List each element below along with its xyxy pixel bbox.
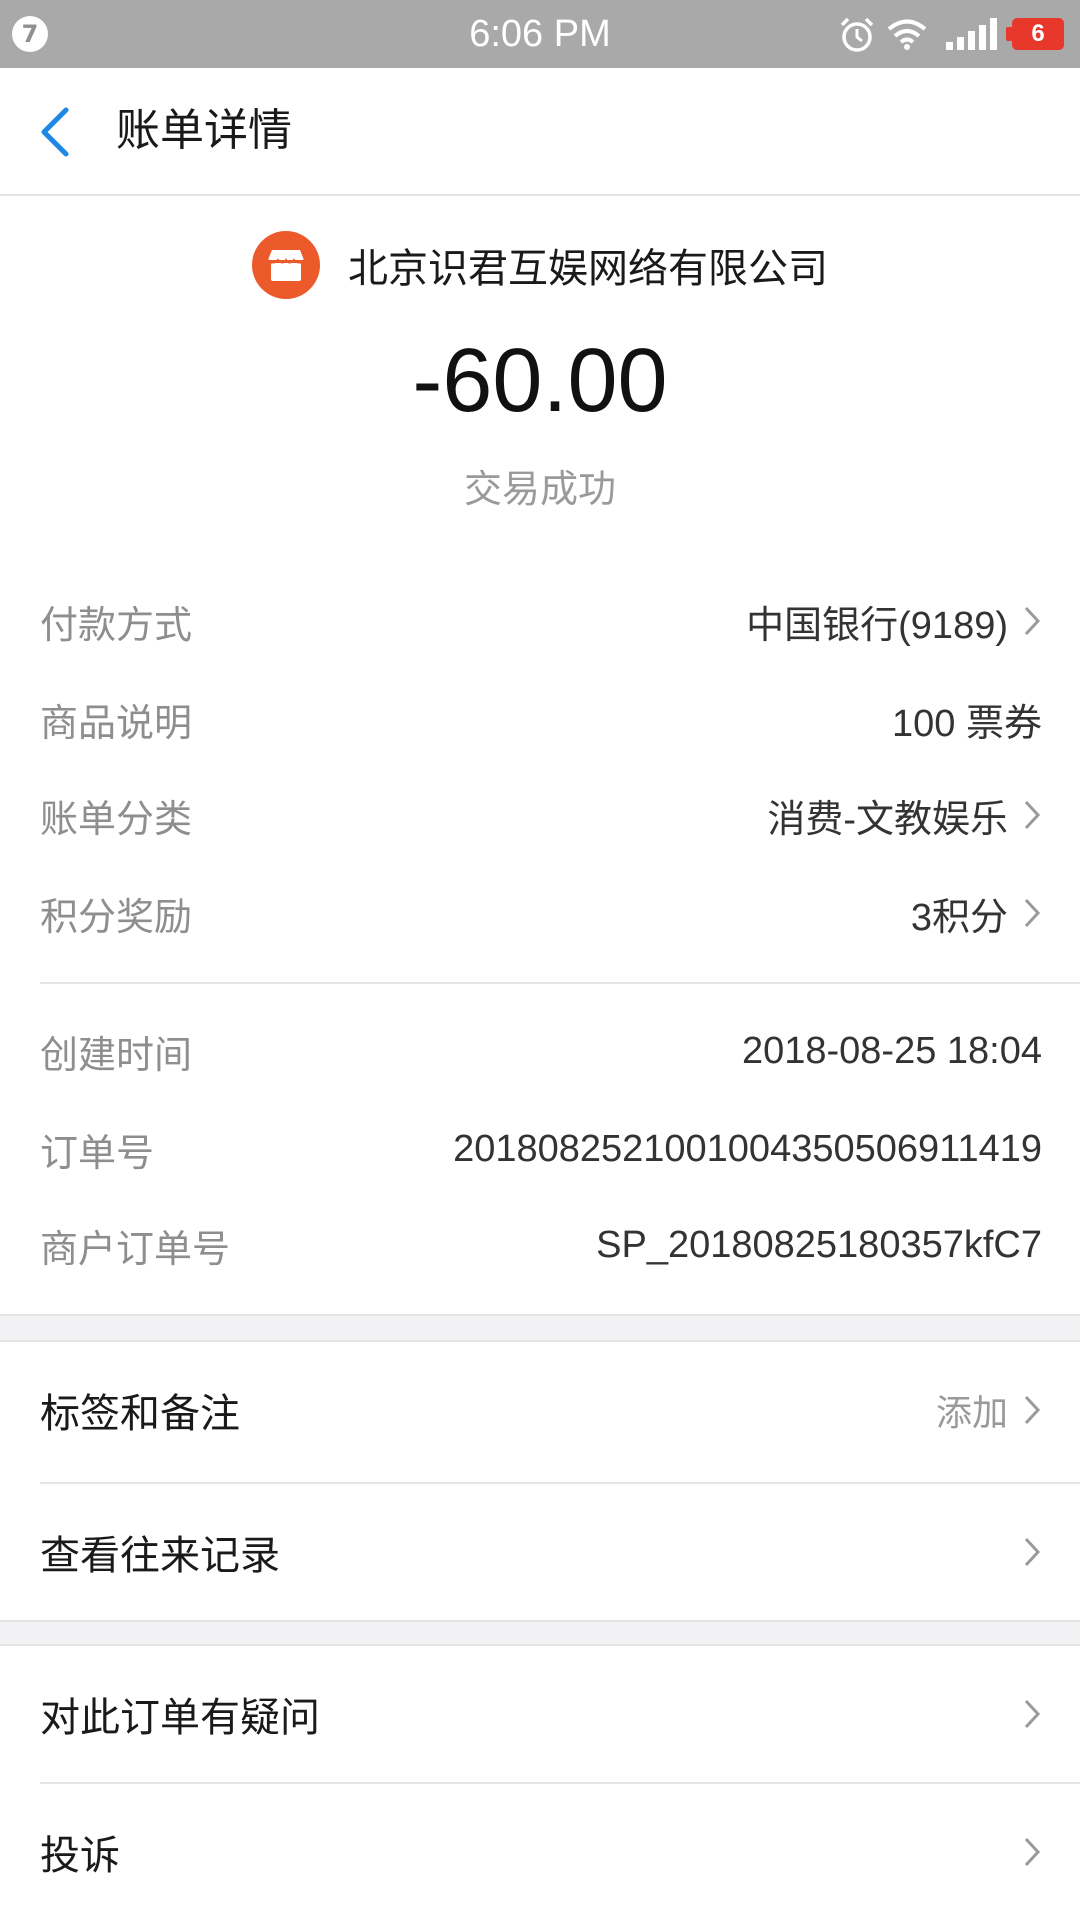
chevron-right-icon	[1024, 1537, 1041, 1567]
alarm-icon	[840, 17, 874, 52]
detail-row-merchant-order-number: 商户订单号 SP_20180825180357kfC7	[40, 1210, 1042, 1280]
tags-and-notes-row[interactable]: 标签和备注 添加	[0, 1342, 1080, 1478]
divider	[40, 982, 1080, 984]
detail-value: 3积分	[910, 896, 1008, 939]
chevron-right-icon	[1024, 1699, 1041, 1729]
store-icon	[252, 231, 320, 299]
detail-row-order-number: 订单号 2018082521001004350506911419	[40, 1114, 1042, 1184]
detail-label: 账单分类	[40, 796, 193, 841]
detail-value: 100 票券	[892, 702, 1042, 745]
wifi-icon	[887, 19, 927, 50]
action-label: 对此订单有疑问	[40, 1695, 320, 1741]
nav-bar: 账单详情	[0, 68, 1080, 196]
detail-label: 商户订单号	[40, 1226, 231, 1271]
detail-value: 2018082521001004350506911419	[453, 1127, 1042, 1170]
battery-icon: 6	[1006, 18, 1064, 50]
action-label: 标签和备注	[40, 1391, 240, 1437]
order-question-row[interactable]: 对此订单有疑问	[0, 1646, 1080, 1782]
view-history-row[interactable]: 查看往来记录	[0, 1484, 1080, 1620]
detail-row-category[interactable]: 账单分类 消费-文教娱乐	[40, 780, 1042, 850]
detail-row-created-time: 创建时间 2018-08-25 18:04	[40, 1016, 1042, 1086]
detail-row-product-desc: 商品说明 100 票券	[40, 684, 1042, 754]
detail-label: 创建时间	[40, 1032, 193, 1077]
chevron-right-icon	[1024, 1395, 1041, 1425]
add-link[interactable]: 添加	[936, 1384, 1008, 1436]
section-gap	[0, 1316, 1080, 1340]
chevron-right-icon	[1024, 1837, 1041, 1867]
action-label: 查看往来记录	[40, 1533, 280, 1579]
chevron-right-icon	[1024, 800, 1041, 830]
chevron-right-icon	[1024, 898, 1041, 928]
detail-value: 2018-08-25 18:04	[741, 1029, 1042, 1072]
transaction-status: 交易成功	[463, 467, 616, 511]
detail-label: 积分奖励	[40, 894, 193, 939]
merchant-header: 北京识君互娱网络有限公司	[0, 230, 1080, 300]
chevron-right-icon	[1024, 606, 1041, 636]
page-title: 账单详情	[116, 105, 292, 156]
status-bar: 7 6:06 PM 6	[0, 0, 1080, 68]
merchant-name: 北京识君互娱网络有限公司	[348, 246, 828, 292]
section-gap	[0, 1622, 1080, 1644]
signal-icon	[946, 18, 997, 50]
detail-value: 消费-文教娱乐	[767, 798, 1008, 841]
transaction-amount: -60.00	[412, 331, 668, 431]
chevron-left-icon[interactable]	[30, 102, 90, 162]
detail-row-payment-method[interactable]: 付款方式 中国银行(9189)	[40, 586, 1042, 656]
complaint-row[interactable]: 投诉	[0, 1784, 1080, 1920]
action-label: 投诉	[40, 1833, 120, 1879]
detail-label: 商品说明	[40, 700, 193, 745]
detail-label: 订单号	[40, 1130, 155, 1175]
detail-value: 中国银行(9189)	[746, 604, 1008, 647]
detail-value: SP_20180825180357kfC7	[596, 1223, 1042, 1266]
detail-row-points[interactable]: 积分奖励 3积分	[40, 878, 1042, 948]
detail-label: 付款方式	[40, 602, 193, 647]
